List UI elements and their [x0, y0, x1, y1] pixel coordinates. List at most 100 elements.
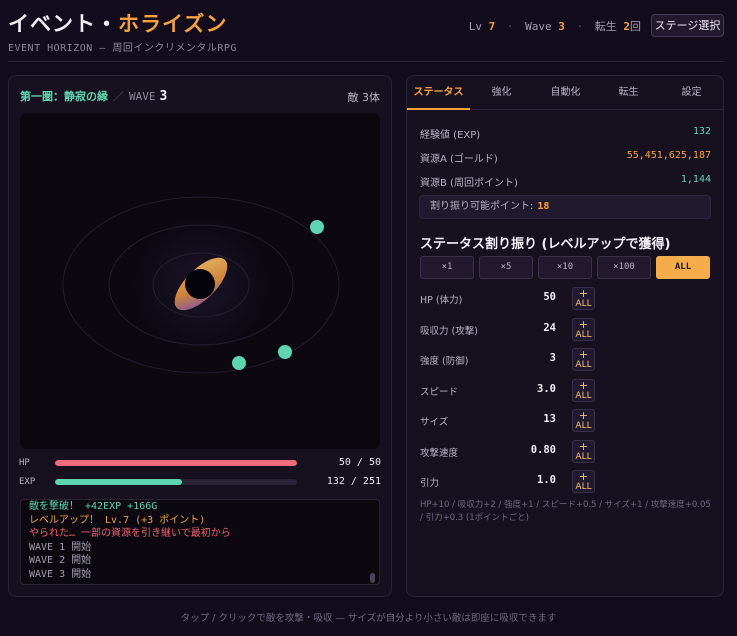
attribute-row: 吸収力 (攻撃) 24 + ALL	[420, 317, 610, 344]
separator: ·	[576, 20, 584, 33]
allocate-all-button[interactable]: + ALL	[572, 317, 595, 341]
level-value: 7	[488, 20, 496, 33]
wave-title: 第一圏：静寂の縁 ／ WAVE 3	[20, 88, 167, 104]
multiplier-button-1[interactable]: ×5	[479, 256, 533, 279]
plus-icon: +	[578, 287, 589, 300]
multiplier-button-2[interactable]: ×10	[538, 256, 592, 279]
attribute-row: 攻撃速度 0.80 + ALL	[420, 439, 610, 466]
tab-bar: ステータス 強化 自動化 転生 設定	[407, 76, 723, 110]
tab-1[interactable]: 強化	[470, 76, 533, 110]
plus-icon: +	[578, 317, 589, 331]
slash-separator: ／	[113, 90, 124, 103]
allocatable-points-box: 割り振り可能ポイント: 18	[419, 195, 711, 219]
hp-label: HP	[19, 458, 30, 468]
footer-hint: タップ / クリックで敵を攻撃・吸収 — サイズが自分より小さい敵は即座に吸収で…	[180, 613, 557, 624]
exp-bar-row: EXP 132 / 251	[19, 476, 381, 490]
allocate-all-button[interactable]: + ALL	[572, 287, 595, 310]
all-label: ALL	[575, 482, 592, 492]
status-panel: ステータス 強化 自動化 転生 設定 経験値 (EXP) 132 資源A (ゴールド) …	[406, 75, 724, 597]
app-title-main: イベント・	[8, 12, 118, 36]
attribute-row: 強度 (防御) 3 + ALL	[420, 348, 610, 374]
allocation-note: HP+10 / 吸収力+2 / 強度+1 / スピード+0.5 / サイズ+1 …	[420, 500, 711, 523]
allocate-all-button[interactable]: + ALL	[572, 470, 595, 493]
attribute-label: 吸収力 (攻撃)	[420, 325, 478, 337]
attribute-value: 0.80	[530, 443, 556, 456]
all-label: ALL	[575, 360, 592, 370]
attribute-value: 1.0	[537, 474, 556, 486]
stat-exp-label: 経験値 (EXP)	[420, 130, 481, 141]
hp-bar-track	[55, 460, 297, 466]
attribute-row: サイズ 13 + ALL	[420, 409, 610, 435]
attribute-label: 強度 (防御)	[420, 356, 469, 367]
plus-icon: +	[578, 378, 589, 392]
enemy-orb[interactable]	[232, 356, 246, 370]
tab-3[interactable]: 転生	[597, 76, 660, 110]
log-line: WAVE 2 開始	[29, 555, 92, 567]
attribute-label: 攻撃速度	[420, 447, 459, 459]
battlefield-canvas[interactable]	[20, 113, 380, 449]
allocate-all-button[interactable]: + ALL	[572, 348, 595, 371]
stat-gold-value: 55,451,625,187	[626, 150, 711, 161]
plus-icon: +	[578, 348, 589, 361]
exp-bar-fill	[55, 479, 183, 485]
stat-exp-row: 経験値 (EXP) 132	[420, 126, 711, 142]
wave-word: WAVE	[129, 90, 156, 103]
enemy-orb[interactable]	[310, 220, 324, 234]
app-title-accent: ホライズン	[118, 12, 228, 36]
battle-panel: 第一圏：静寂の縁 ／ WAVE 3 敵 3体 HP 50 / 50 EXP 132…	[8, 75, 392, 597]
separator: ·	[506, 20, 514, 33]
hp-bar-row: HP 50 / 50	[19, 457, 381, 471]
battle-log[interactable]: 敵を撃破！ +42EXP +166G レベルアップ！ Lv.7 (+3 ポイント)…	[20, 499, 380, 585]
stat-gold-row: 資源A (ゴールド) 55,451,625,187	[420, 150, 711, 166]
multiplier-button-4[interactable]: ALL	[656, 256, 710, 279]
tab-4[interactable]: 設定	[660, 76, 723, 110]
all-label: ALL	[575, 299, 592, 309]
points-label: 割り振り可能ポイント:	[430, 201, 534, 212]
stat-exp-value: 132	[692, 126, 711, 137]
attribute-value: 13	[543, 413, 556, 425]
all-label: ALL	[575, 329, 592, 340]
log-scrollbar[interactable]	[370, 573, 375, 583]
multiplier-button-3[interactable]: ×100	[597, 256, 651, 279]
level-label: Lv	[468, 20, 482, 33]
attribute-value: 50	[543, 291, 556, 303]
enemy-orb[interactable]	[278, 345, 292, 359]
plus-icon: +	[578, 470, 589, 483]
exp-value: 132 / 251	[326, 476, 381, 487]
plus-icon: +	[578, 439, 589, 453]
stat-gold-label: 資源A (ゴールド)	[420, 154, 498, 165]
header-stats: Lv 7 · Wave 3 · 転生 2回	[469, 18, 641, 34]
hp-value: 50 / 50	[338, 457, 381, 468]
tab-0[interactable]: ステータス	[407, 76, 470, 110]
stat-loop-value: 1,144	[680, 174, 711, 185]
black-hole-player	[185, 269, 215, 299]
rebirth-value: 2	[623, 20, 630, 33]
log-line: やられた… 一部の資源を引き継いで最初から	[29, 528, 231, 540]
attribute-value: 3.0	[537, 382, 556, 395]
stage-select-button[interactable]: ステージ選択	[651, 14, 724, 37]
attribute-value: 24	[543, 321, 556, 334]
attribute-label: サイズ	[420, 417, 449, 428]
multiplier-button-0[interactable]: ×1	[420, 256, 474, 279]
exp-bar-track	[55, 479, 297, 485]
allocate-all-button[interactable]: + ALL	[572, 409, 595, 432]
all-label: ALL	[575, 390, 592, 401]
attribute-label: スピード	[420, 386, 459, 398]
allocation-title: ステータス割り振り (レベルアップで獲得)	[420, 237, 671, 252]
area-name: 第一圏：静寂の縁	[20, 90, 108, 103]
attribute-value: 3	[549, 352, 556, 364]
log-line: レベルアップ！ Lv.7 (+3 ポイント)	[29, 514, 206, 526]
app-subtitle: EVENT HORIZON — 周回インクリメンタルRPG	[8, 43, 237, 54]
allocate-all-button[interactable]: + ALL	[572, 378, 595, 402]
exp-label: EXP	[19, 477, 36, 487]
allocate-all-button[interactable]: + ALL	[572, 439, 595, 463]
tab-2[interactable]: 自動化	[534, 76, 597, 110]
wave-number: 3	[159, 89, 168, 104]
plus-icon: +	[578, 409, 589, 422]
log-line: 敵を撃破！ +42EXP +166G	[29, 501, 158, 512]
attribute-row: 引力 1.0 + ALL	[420, 470, 610, 496]
rebirth-label: 転生	[594, 20, 617, 33]
enemy-count: 敵 3体	[347, 91, 381, 104]
rebirth-suffix: 回	[630, 20, 641, 33]
attribute-row: HP (体力) 50 + ALL	[420, 287, 610, 313]
